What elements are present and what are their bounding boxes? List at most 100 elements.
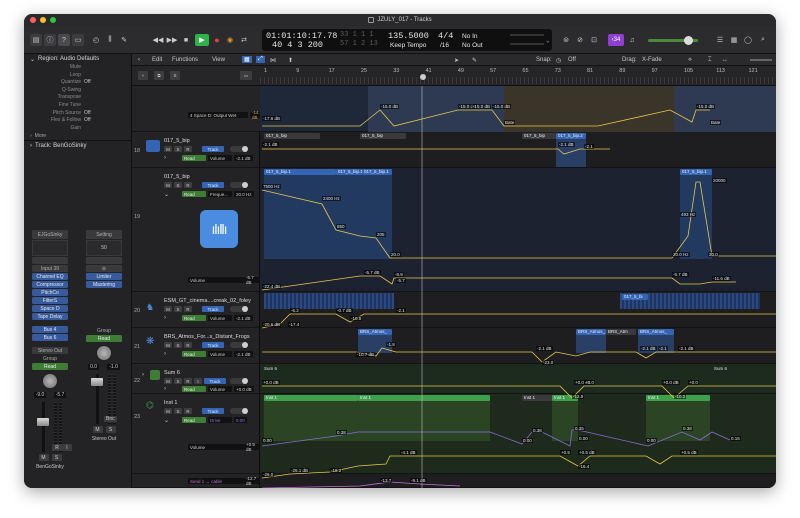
solo-button-right[interactable]: S xyxy=(105,426,116,433)
solo-button[interactable]: S xyxy=(174,146,182,152)
automation-mode[interactable]: Read xyxy=(182,191,206,197)
mute-button[interactable]: M xyxy=(164,342,172,348)
strip-fx-blank-right[interactable] xyxy=(86,257,122,264)
lcd-dropdown-icon[interactable]: ⌄ xyxy=(546,37,550,44)
solo-button[interactable]: S xyxy=(174,182,182,188)
region-param-row[interactable]: Mute xyxy=(24,64,131,72)
plugin-slot[interactable]: FilterS xyxy=(32,297,68,304)
region-param-row[interactable]: Gain xyxy=(24,125,131,133)
send-slot[interactable]: Bus 6 xyxy=(32,334,68,341)
waveform-zoom-icon[interactable]: ⟡ xyxy=(688,57,692,64)
curve-21[interactable] xyxy=(262,347,776,363)
track-toggle[interactable] xyxy=(230,342,248,348)
pan-knob-right[interactable] xyxy=(97,346,111,360)
horizontal-zoom-icon[interactable]: ↔ xyxy=(722,57,728,63)
chevron-right-icon[interactable]: › xyxy=(164,155,166,161)
track-toggle[interactable] xyxy=(230,306,248,312)
pencil-tool-icon[interactable]: ✎ xyxy=(472,57,477,64)
fx-knob-area[interactable]: 50 xyxy=(86,240,122,256)
region-param-row[interactable]: Transpose xyxy=(24,94,131,102)
count-in-badge[interactable]: ‹34 xyxy=(608,34,624,46)
solo-icon[interactable]: ⊡ xyxy=(588,34,600,46)
region-param-row[interactable]: Fine Tune xyxy=(24,102,131,110)
automation-param[interactable]: 4 Space D: Output Wet xyxy=(188,112,248,118)
grid-view-icon[interactable]: ▦ xyxy=(242,56,252,63)
track-button[interactable]: Track xyxy=(202,306,224,312)
input-slot[interactable]: Input 39 xyxy=(32,265,68,272)
automation-param-2[interactable]: Volume xyxy=(188,444,244,450)
region-param-row[interactable]: Loop xyxy=(24,72,131,80)
chevron-right-icon[interactable]: › xyxy=(164,315,166,321)
plugin-slot[interactable]: PitchCo xyxy=(32,289,68,296)
tuner-icon[interactable]: ⊘ xyxy=(574,34,586,46)
automation-param[interactable]: Volume xyxy=(208,351,232,357)
input-button[interactable]: I xyxy=(194,378,202,384)
plugin-slot[interactable]: Mastering xyxy=(86,281,122,288)
mute-button-left[interactable]: M xyxy=(38,454,49,461)
track-button[interactable]: Track xyxy=(202,408,224,414)
automation-mode[interactable]: Read xyxy=(182,417,206,423)
record-button[interactable]: R xyxy=(184,306,192,312)
volume-fader-right[interactable] xyxy=(91,378,103,386)
automation-icon[interactable]: ⤢ xyxy=(256,56,265,63)
automation-mode-left[interactable]: Read xyxy=(32,363,68,370)
minimize-window-button[interactable] xyxy=(40,17,46,23)
capture-icon[interactable]: ◉ xyxy=(224,34,236,46)
plugin-slot[interactable]: Tape Delay xyxy=(32,313,68,320)
bounce-button[interactable]: Bnc xyxy=(104,416,117,422)
volume-fader-left[interactable] xyxy=(37,418,49,426)
close-window-button[interactable] xyxy=(30,17,36,23)
param-value[interactable]: Off xyxy=(84,110,91,118)
input-slot-right[interactable]: ⊚ xyxy=(86,265,122,272)
track-button[interactable]: Track xyxy=(204,378,226,384)
view-menu[interactable]: View xyxy=(212,57,225,63)
plugin-slot[interactable]: Limiter xyxy=(86,273,122,280)
more-toggle[interactable]: › More xyxy=(24,132,131,140)
chevron-right-icon[interactable]: › xyxy=(142,372,144,378)
edit-menu[interactable]: Edit xyxy=(152,57,162,63)
lcd-display[interactable]: 01:01:10:17.78 33 1 1 1 40 4 3 200 57 1 … xyxy=(262,29,552,51)
region-param-row[interactable]: Quantize Off xyxy=(24,79,131,87)
input-monitor-left[interactable]: I xyxy=(62,444,72,451)
group-slot[interactable]: Group xyxy=(32,355,68,362)
region-param-row[interactable]: Flex & Follow Off xyxy=(24,117,131,125)
notepad-icon[interactable]: ▦ xyxy=(728,34,740,46)
mute-button-right[interactable]: M xyxy=(92,426,103,433)
catch-icon[interactable]: ⬆ xyxy=(288,57,293,64)
curve-fx[interactable] xyxy=(262,109,710,127)
library-button[interactable]: ▤ xyxy=(30,34,42,46)
pointer-tool-icon[interactable]: ➤ xyxy=(454,57,459,64)
record-button[interactable]: R xyxy=(184,378,192,384)
cycle-icon[interactable]: ⇄ xyxy=(238,34,250,46)
solo-button[interactable]: S xyxy=(174,408,182,414)
arrange-area[interactable]: 017_5_bip 017_5_bip 017_5_bip 017_5_bip.… xyxy=(260,86,776,488)
quick-help-button[interactable]: ? xyxy=(58,34,70,46)
output-slot[interactable]: Stereo Out xyxy=(32,347,68,354)
strip-fx-blank[interactable] xyxy=(32,257,68,264)
automation-param[interactable]: Volume xyxy=(208,315,232,321)
back-icon[interactable]: ‹ xyxy=(138,57,140,63)
send-slot[interactable]: Bus 4 xyxy=(32,326,68,333)
loop-browser-icon[interactable]: ◯ xyxy=(742,34,754,46)
solo-button[interactable]: S xyxy=(174,306,182,312)
record-button[interactable]: ● xyxy=(211,34,223,46)
record-button[interactable]: R xyxy=(184,182,192,188)
track-toggle[interactable] xyxy=(230,408,248,414)
record-button[interactable]: R xyxy=(184,146,192,152)
automation-param-2[interactable]: Volume xyxy=(188,277,244,283)
track-header-22[interactable]: 22 › Sum 6 M S R I Track › Read Volume +… xyxy=(132,364,260,394)
track-toggle[interactable] xyxy=(230,182,248,188)
automation-param[interactable]: Send 1 → cable xyxy=(188,478,244,484)
play-button[interactable]: ▶ xyxy=(195,34,209,46)
param-value[interactable]: Off xyxy=(84,117,91,125)
replace-icon[interactable]: ⊜ xyxy=(560,34,572,46)
curve-18[interactable] xyxy=(262,148,610,155)
toolbar-button[interactable]: ▭ xyxy=(72,34,84,46)
curve-19-volume[interactable] xyxy=(261,275,736,291)
record-enable-left[interactable]: R xyxy=(52,444,62,451)
track-header-23[interactable]: 23 ⌬ Inst 1 M S R Track ⌄ Read Drive 0.0… xyxy=(132,394,260,474)
mute-button[interactable]: M xyxy=(164,146,172,152)
plugin-slot[interactable]: Space D xyxy=(32,305,68,312)
solo-button[interactable]: S xyxy=(174,342,182,348)
track-header-20[interactable]: 20 ♞ ESM_GT_cinema....creak_02_foley M S… xyxy=(132,292,260,328)
